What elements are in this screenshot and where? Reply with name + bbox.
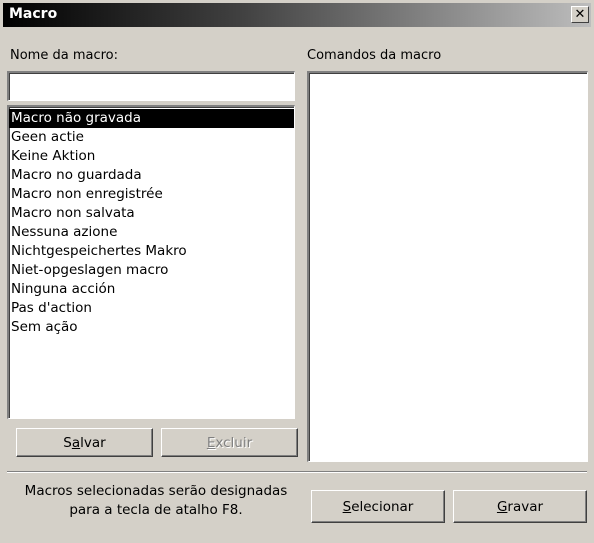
- record-button-label: Gravar: [496, 498, 544, 515]
- macro-list-item[interactable]: Nessuna azione: [9, 223, 294, 242]
- macro-list-item[interactable]: Macro non salvata: [9, 204, 294, 223]
- select-button[interactable]: Selecionar: [311, 490, 445, 523]
- title-bar[interactable]: Macro ✕: [3, 3, 591, 27]
- close-button[interactable]: ✕: [571, 6, 589, 23]
- macro-list-item[interactable]: Sem ação: [9, 318, 294, 337]
- record-button[interactable]: Gravar: [453, 490, 587, 523]
- macro-list-item[interactable]: Macro no guardada: [9, 166, 294, 185]
- window-title: Macro: [9, 6, 58, 22]
- delete-button-label: Excluir: [206, 434, 253, 451]
- macro-list-item[interactable]: Geen actie: [9, 128, 294, 147]
- macro-list[interactable]: Macro não gravada Geen actie Keine Aktion M…: [7, 105, 295, 419]
- shortcut-info-line1: Macros selecionadas serão designadas: [24, 483, 288, 499]
- separator: [7, 471, 587, 473]
- macro-list-item[interactable]: Macro não gravada: [9, 109, 294, 128]
- select-button-label: Selecionar: [342, 498, 414, 515]
- save-button-label: Salvar: [63, 434, 106, 451]
- macro-name-input[interactable]: [7, 71, 295, 101]
- save-button[interactable]: Salvar: [16, 428, 153, 457]
- shortcut-info-line2: para a tecla de atalho F8.: [69, 502, 243, 518]
- macro-dialog: Macro ✕ Nome da macro: Macro não gravada…: [0, 0, 594, 543]
- macro-list-item[interactable]: Pas d'action: [9, 299, 294, 318]
- macro-commands-box[interactable]: [307, 71, 588, 462]
- macro-name-label: Nome da macro:: [10, 48, 118, 63]
- macro-list-item[interactable]: Ninguna acción: [9, 280, 294, 299]
- macro-list-item[interactable]: Macro non enregistrée: [9, 185, 294, 204]
- macro-list-item[interactable]: Niet-opgeslagen macro: [9, 261, 294, 280]
- macro-list-item[interactable]: Keine Aktion: [9, 147, 294, 166]
- macro-list-item[interactable]: Nichtgespeichertes Makro: [9, 242, 294, 261]
- macro-commands-label: Comandos da macro: [307, 48, 442, 63]
- close-icon: ✕: [574, 7, 586, 22]
- delete-button[interactable]: Excluir: [161, 428, 298, 457]
- shortcut-info-text: Macros selecionadas serão designadas par…: [10, 482, 302, 520]
